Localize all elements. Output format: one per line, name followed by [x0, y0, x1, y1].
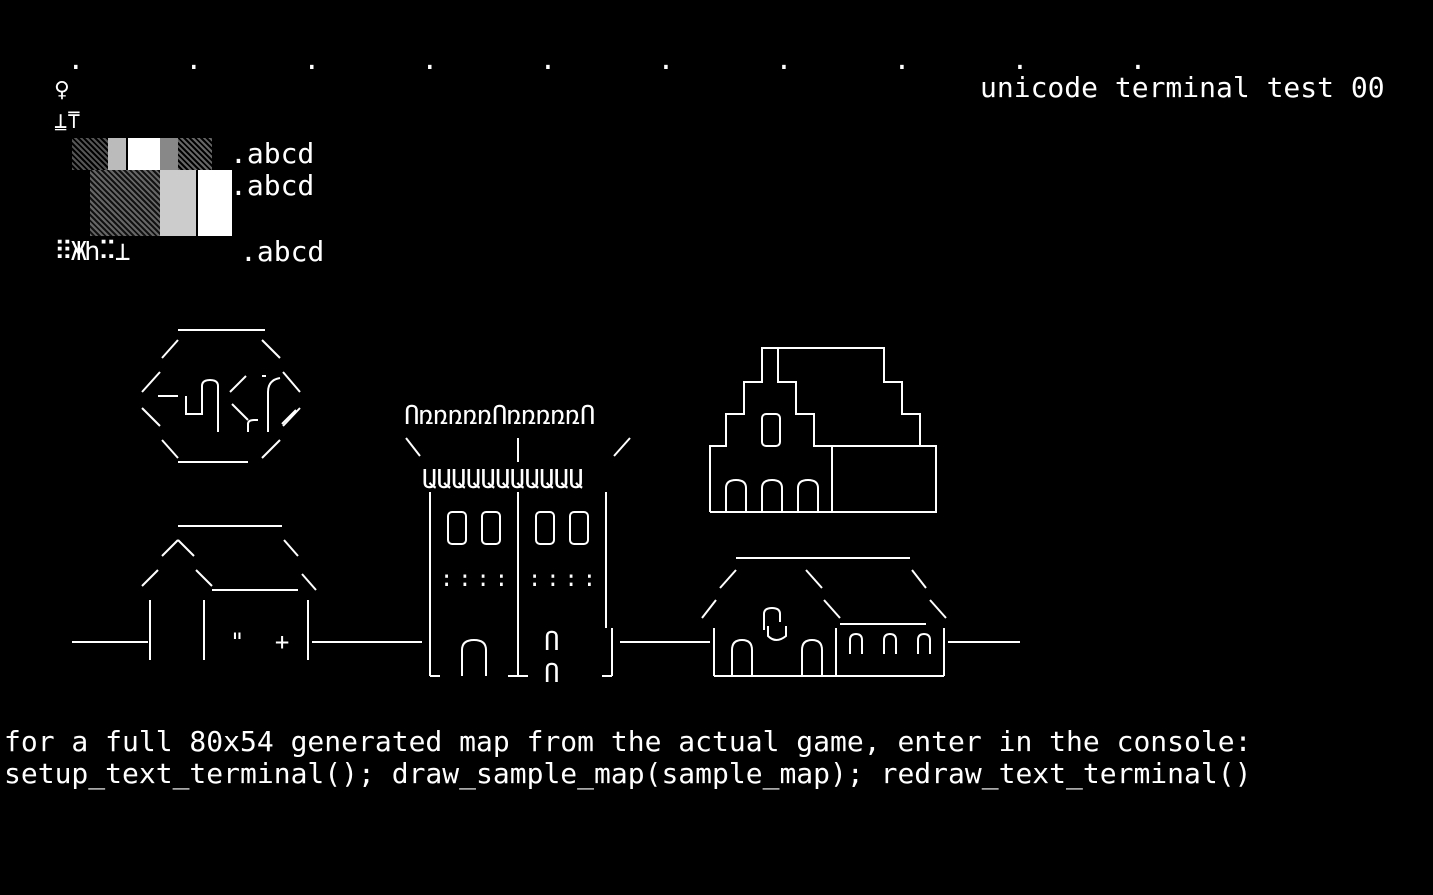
house-door-marks: " +	[230, 628, 298, 656]
tower-windows-left: ::::	[440, 567, 513, 592]
tower-battlements: ՈռռռռռՈռռռռռՈ	[404, 401, 595, 431]
farmhouse	[701, 557, 947, 677]
stepped-gable-house	[709, 347, 937, 513]
tower-machicolations: ԱԱԱԱԱԱԱԱԱԱԱ	[422, 465, 584, 495]
footer-command: setup_text_terminal(); draw_sample_map(s…	[4, 757, 1252, 790]
footer-instruction: for a full 80x54 generated map from the …	[4, 725, 1252, 758]
tower-door: ՈՈ	[544, 627, 560, 689]
hexagon-tile-icon	[141, 329, 301, 463]
tower-windows-right: ::::	[528, 567, 601, 592]
